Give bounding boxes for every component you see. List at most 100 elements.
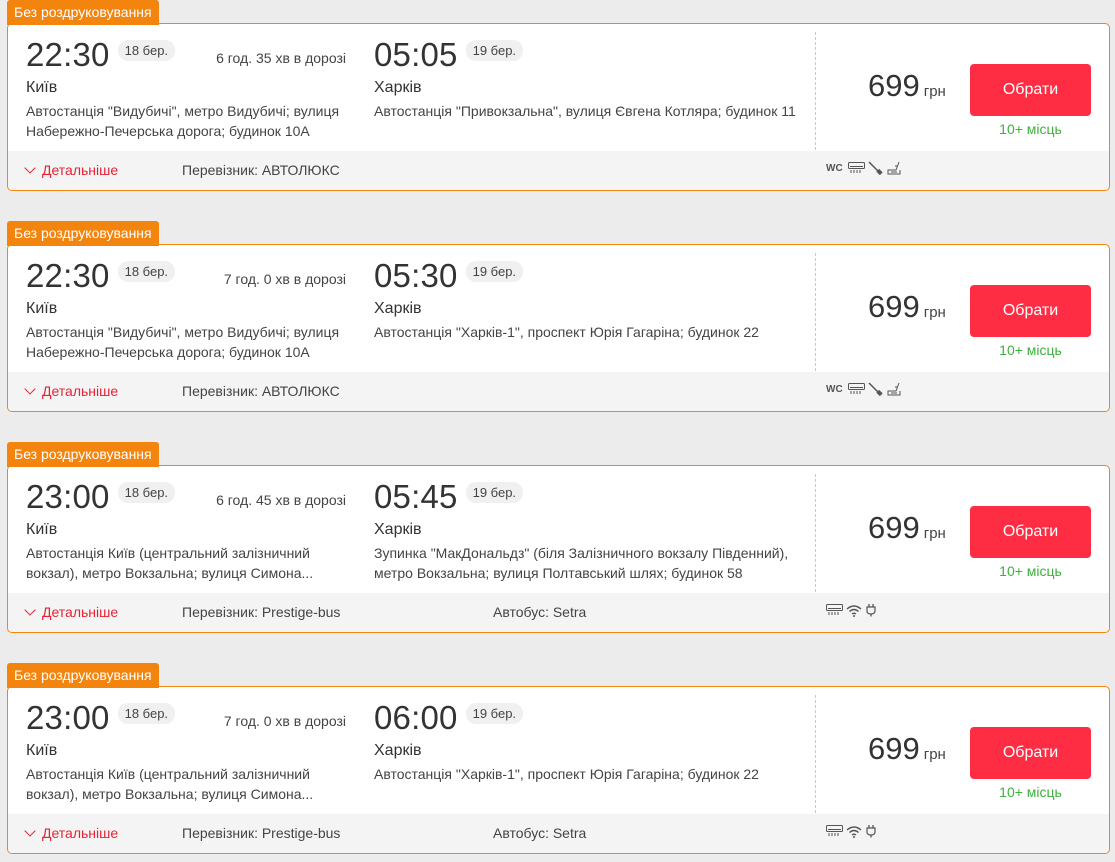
- details-label: Детальніше: [42, 825, 119, 841]
- arrival-city: Харків: [374, 300, 422, 317]
- details-toggle[interactable]: Детальніше: [24, 604, 118, 620]
- arrival-date: 19 бер.: [465, 261, 524, 282]
- arrival-date: 19 бер.: [465, 40, 524, 61]
- departure-address: Автостанція "Видубичі", метро Видубичі; …: [26, 103, 340, 139]
- amenities: [826, 603, 877, 617]
- arrival-address: Автостанція "Харків-1", проспект Юрія Га…: [374, 324, 759, 340]
- trip-card: Без роздруковування 22:30 18 бер. 6 год.…: [7, 0, 1110, 191]
- trip-card: Без роздруковування 23:00 18 бер. 7 год.…: [7, 663, 1110, 854]
- departure-city: Київ: [26, 79, 58, 96]
- seats-available: 10+ місць: [999, 342, 1062, 358]
- air-conditioner-icon: [847, 383, 865, 394]
- trip-card-body[interactable]: 23:00 18 бер. 7 год. 0 хв в дорозі Київ …: [7, 686, 1110, 854]
- no-print-badge: Без роздруковування: [7, 0, 159, 25]
- departure-time: 23:00: [26, 478, 110, 515]
- price-value: 699: [868, 510, 920, 545]
- trip-card-body[interactable]: 22:30 18 бер. 7 год. 0 хв в дорозі Київ …: [7, 244, 1110, 412]
- arrival-time: 05:45: [374, 478, 458, 515]
- no-print-badge: Без роздруковування: [7, 442, 159, 467]
- arrival-city: Харків: [374, 742, 422, 759]
- departure-city: Київ: [26, 521, 58, 538]
- trip-duration: 6 год. 45 хв в дорозі: [216, 492, 346, 508]
- seats-available: 10+ місць: [999, 784, 1062, 800]
- amenities: [826, 824, 877, 838]
- power-socket-icon: [866, 604, 876, 617]
- arrival-city: Харків: [374, 521, 422, 538]
- air-conditioner-icon: [826, 604, 843, 615]
- price-value: 699: [868, 731, 920, 766]
- carrier: Перевізник: АВТОЛЮКС: [182, 162, 340, 178]
- departure-time: 22:30: [26, 257, 110, 294]
- price: 699 грн: [868, 510, 958, 546]
- departure-date: 18 бер.: [117, 261, 176, 282]
- trip-card-body[interactable]: 23:00 18 бер. 6 год. 45 хв в дорозі Київ…: [7, 465, 1110, 633]
- carrier: Перевізник: Prestige-bus: [182, 825, 341, 841]
- select-button[interactable]: Обрати: [970, 506, 1091, 558]
- trip-duration: 7 год. 0 хв в дорозі: [223, 713, 346, 729]
- trip-footer: Детальніше Перевізник: АВТОЛЮКС WC: [8, 151, 1109, 190]
- departure-address: Автостанція Київ (центральний залізнични…: [26, 766, 314, 802]
- air-conditioner-icon: [826, 825, 843, 836]
- departure-time: 22:30: [26, 36, 110, 73]
- details-toggle[interactable]: Детальніше: [24, 383, 119, 399]
- air-conditioner-icon: [847, 162, 865, 173]
- trip-duration: 7 год. 0 хв в дорозі: [223, 271, 346, 287]
- trip-card: Без роздруковування 22:30 18 бер. 7 год.…: [7, 221, 1110, 412]
- departure-address: Автостанція Київ (центральний залізнични…: [26, 545, 314, 581]
- power-socket-icon: [866, 825, 876, 838]
- price: 699 грн: [868, 68, 958, 104]
- arrival-block: 05:05 19 бер. Харків Автостанція "Привок…: [374, 34, 804, 121]
- seats-available: 10+ місць: [999, 563, 1062, 579]
- chevron-down-icon: [24, 825, 36, 837]
- trip-footer: Детальніше Перевізник: Prestige-bus Авто…: [8, 814, 1109, 853]
- arrival-block: 05:30 19 бер. Харків Автостанція "Харків…: [374, 255, 804, 342]
- arrival-city: Харків: [374, 79, 422, 96]
- chevron-down-icon: [24, 604, 36, 616]
- details-label: Детальніше: [42, 383, 119, 399]
- trip-card: Без роздруковування 23:00 18 бер. 6 год.…: [7, 442, 1110, 633]
- departure-city: Київ: [26, 300, 58, 317]
- currency: грн: [923, 746, 946, 763]
- lamp-icon: [868, 382, 883, 396]
- details-toggle[interactable]: Детальніше: [24, 162, 118, 178]
- wc-icon: WC: [826, 383, 843, 395]
- wifi-icon: [846, 825, 862, 838]
- arrival-date: 19 бер.: [465, 482, 524, 503]
- select-button[interactable]: Обрати: [970, 727, 1091, 779]
- currency: грн: [923, 525, 946, 542]
- select-button[interactable]: Обрати: [970, 64, 1091, 116]
- trip-footer: Детальніше Перевізник: АВТОЛЮКС WC: [8, 372, 1109, 411]
- reclining-seat-icon: [887, 382, 901, 396]
- departure-time: 23:00: [26, 699, 110, 736]
- departure-block: 23:00 18 бер. 6 год. 45 хв в дорозі Київ…: [26, 476, 356, 583]
- details-toggle[interactable]: Детальніше: [24, 825, 119, 841]
- wifi-icon: [846, 604, 862, 617]
- price: 699 грн: [868, 289, 958, 325]
- arrival-time: 05:05: [374, 36, 458, 73]
- arrival-block: 05:45 19 бер. Харків Зупинка "МакДональд…: [374, 476, 804, 583]
- arrival-date: 19 бер.: [465, 703, 524, 724]
- arrival-address: Зупинка "МакДональдз" (біля Залізничного…: [374, 545, 789, 581]
- wc-icon: WC: [826, 162, 843, 174]
- arrival-time: 06:00: [374, 699, 458, 736]
- departure-block: 22:30 18 бер. 7 год. 0 хв в дорозі Київ …: [26, 255, 356, 362]
- no-print-badge: Без роздруковування: [7, 221, 159, 246]
- arrival-time: 05:30: [374, 257, 458, 294]
- departure-block: 22:30 18 бер. 6 год. 35 хв в дорозі Київ…: [26, 34, 356, 141]
- carrier: Перевізник: Prestige-bus: [182, 604, 341, 620]
- bus-model: Автобус: Setra: [493, 825, 587, 841]
- amenities: WC: [826, 161, 902, 175]
- trip-duration: 6 год. 35 хв в дорозі: [216, 50, 346, 66]
- departure-city: Київ: [26, 742, 58, 759]
- lamp-icon: [868, 161, 883, 175]
- carrier: Перевізник: АВТОЛЮКС: [182, 383, 340, 399]
- trip-card-body[interactable]: 22:30 18 бер. 6 год. 35 хв в дорозі Київ…: [7, 23, 1110, 191]
- arrival-block: 06:00 19 бер. Харків Автостанція "Харків…: [374, 697, 804, 784]
- departure-date: 18 бер.: [117, 482, 176, 503]
- reclining-seat-icon: [887, 161, 901, 175]
- chevron-down-icon: [24, 383, 36, 395]
- trip-footer: Детальніше Перевізник: Prestige-bus Авто…: [8, 593, 1109, 632]
- select-button[interactable]: Обрати: [970, 285, 1091, 337]
- departure-block: 23:00 18 бер. 7 год. 0 хв в дорозі Київ …: [26, 697, 356, 804]
- arrival-address: Автостанція "Харків-1", проспект Юрія Га…: [374, 766, 759, 782]
